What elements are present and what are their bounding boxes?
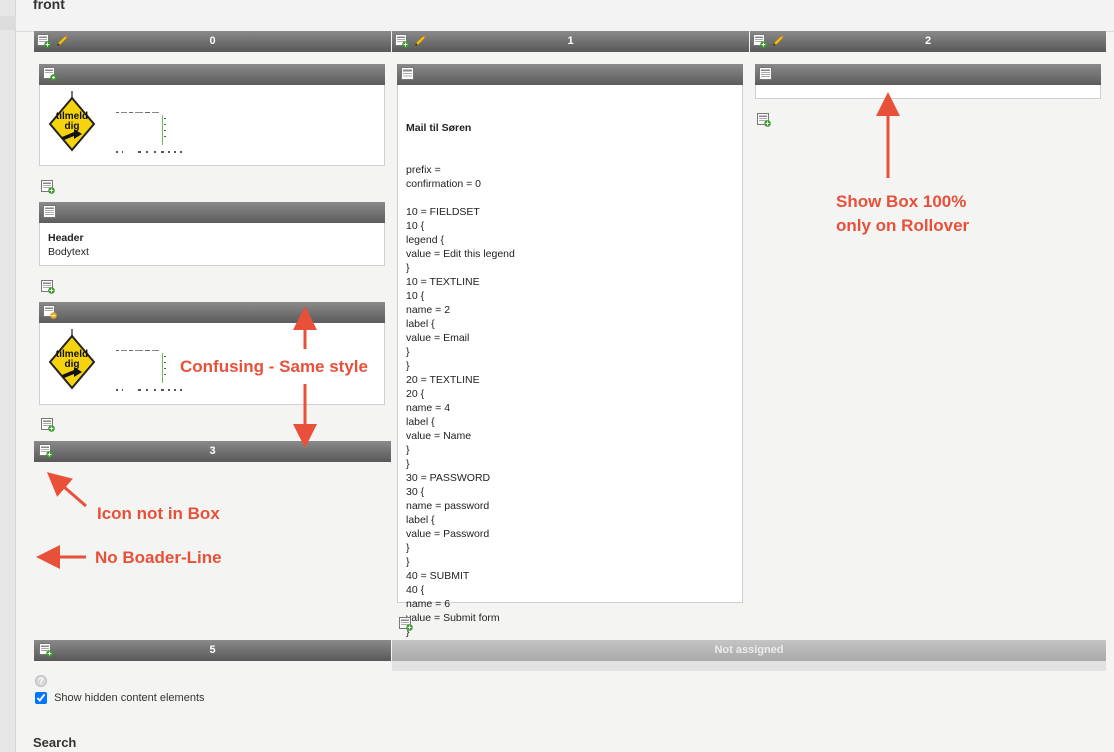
arrow-icon <box>46 472 87 508</box>
annotation-no-border: No Boader-Line <box>95 548 222 567</box>
annotation-confusing: Confusing - Same style <box>180 357 368 376</box>
annotation-arrows <box>36 92 900 569</box>
annotation-show-box-line2: only on Rollover <box>836 216 970 235</box>
annotation-show-box-line1: Show Box 100% <box>836 192 967 211</box>
annotation-icon-not-in-box: Icon not in Box <box>97 504 220 523</box>
